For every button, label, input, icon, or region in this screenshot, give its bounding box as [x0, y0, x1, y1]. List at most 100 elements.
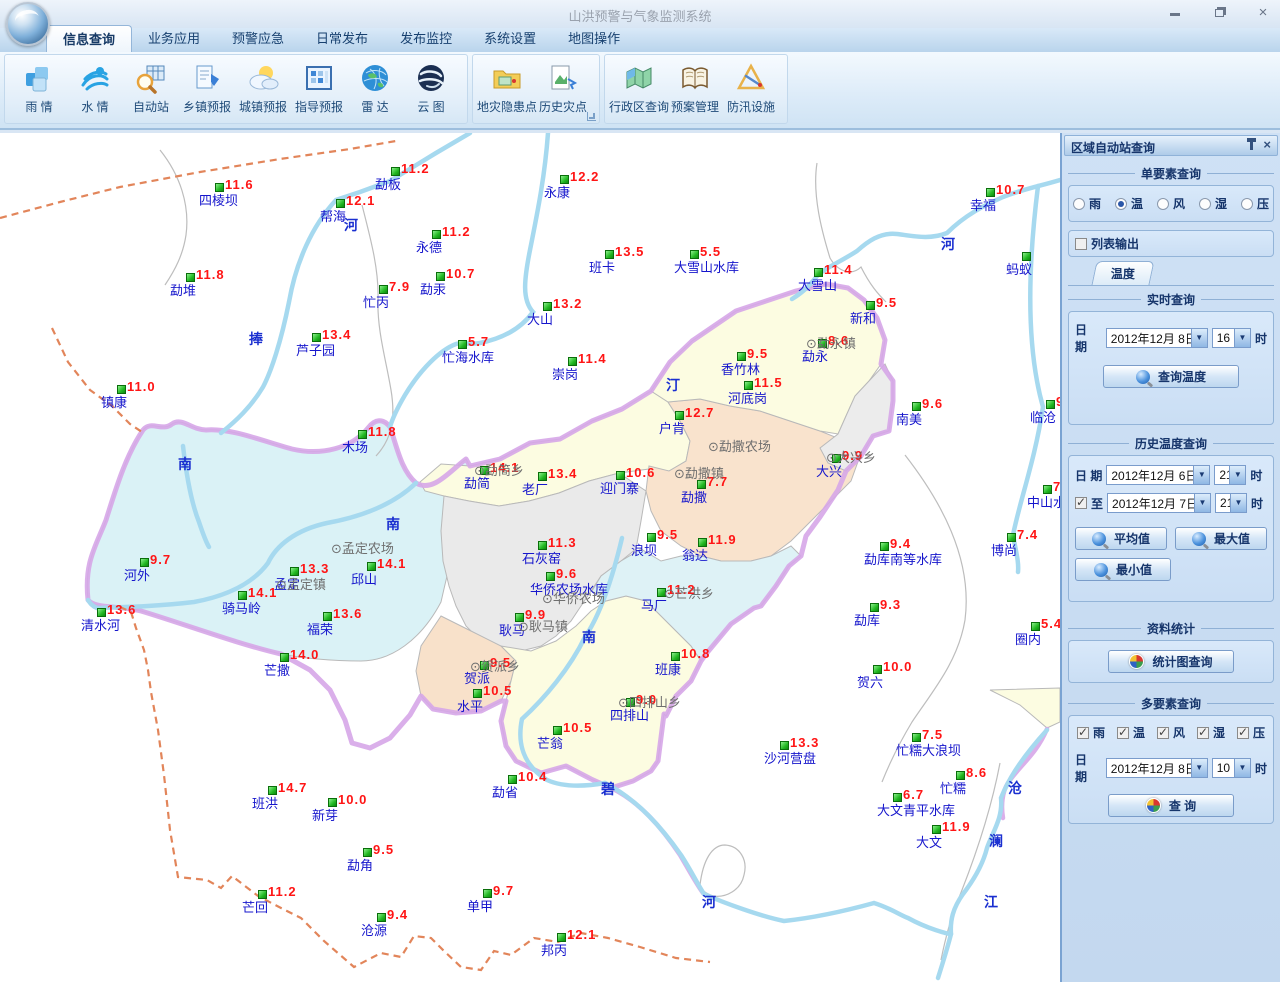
multi-checkbox-风[interactable]: 风 — [1157, 724, 1185, 741]
ribbon-button-label: 预案管理 — [671, 98, 719, 115]
checkbox-icon — [1077, 727, 1089, 739]
tab-预警应急[interactable]: 预警应急 — [216, 25, 300, 52]
station-value: 10.0 — [338, 792, 367, 807]
realtime-date-select[interactable]: 2012年12月 8日▼ — [1106, 328, 1208, 348]
multi-checkbox-压[interactable]: 压 — [1237, 724, 1265, 741]
radio-option-雨[interactable]: 雨 — [1073, 195, 1101, 212]
chart-pie-icon — [1146, 798, 1161, 813]
history-to-checkbox[interactable] — [1075, 497, 1087, 509]
close-button[interactable]: × — [1254, 6, 1272, 21]
minimize-button[interactable] — [1166, 6, 1184, 21]
ribbon-button-水情[interactable]: 水 情 — [67, 57, 123, 115]
ribbon-button-地灾隐患点[interactable]: 地灾隐患点 — [479, 57, 535, 115]
ribbon-button-防汛设施[interactable]: 防汛设施 — [723, 57, 779, 115]
hour-suffix: 时 — [1255, 330, 1267, 347]
chevron-down-icon: ▼ — [1193, 466, 1209, 484]
station-name: 忙糯大浪坝 — [896, 740, 961, 759]
station-name: 大雪山水库 — [674, 257, 739, 276]
tab-业务应用[interactable]: 业务应用 — [132, 25, 216, 52]
town-label-勐撒镇: ⊙勐撒镇 — [674, 463, 724, 482]
rain-icon — [21, 60, 57, 96]
station-name: 南美 — [896, 409, 922, 428]
ribbon-button-预案管理[interactable]: 预案管理 — [667, 57, 723, 115]
multi-checkbox-湿[interactable]: 湿 — [1197, 724, 1225, 741]
pin-icon[interactable] — [1250, 141, 1253, 150]
ribbon-group-3: 行政区查询预案管理防汛设施 — [604, 54, 788, 124]
river-label: 河 — [702, 892, 716, 912]
min-value-button[interactable]: 最小值 — [1075, 558, 1171, 581]
station-name: 沧源 — [361, 920, 387, 939]
ribbon-button-雨情[interactable]: 雨 情 — [11, 57, 67, 115]
station-value: 14.0 — [290, 647, 319, 662]
station-name: 单甲 — [467, 896, 493, 915]
multi-query-button[interactable]: 查 询 — [1108, 794, 1234, 817]
ribbon-button-自动站[interactable]: 自动站 — [123, 57, 179, 115]
realtime-hour-select[interactable]: 16▼ — [1212, 328, 1251, 348]
history-to-date-select[interactable]: 2012年12月 7日▼ — [1107, 493, 1211, 513]
station-name: 新芽 — [312, 805, 338, 824]
panel-title: 区域自动站查询 — [1071, 141, 1155, 155]
town-label-孟定农场: ⊙孟定农场 — [331, 538, 394, 557]
ribbon-button-云图[interactable]: 云 图 — [403, 57, 459, 115]
station-name: 芦子园 — [296, 340, 335, 359]
panel-close-icon[interactable]: × — [1263, 140, 1271, 150]
tab-信息查询[interactable]: 信息查询 — [46, 25, 132, 52]
checkbox-label: 风 — [1173, 724, 1185, 741]
tab-系统设置[interactable]: 系统设置 — [468, 25, 552, 52]
station-value: 10.5 — [563, 720, 592, 735]
tab-地图操作[interactable]: 地图操作 — [552, 25, 636, 52]
checkbox-icon — [1197, 727, 1209, 739]
town-label-勐永镇: ⊙勐永镇 — [806, 333, 856, 352]
town-label-大兴乡: ⊙大兴乡 — [826, 447, 876, 466]
multi-checkbox-温[interactable]: 温 — [1117, 724, 1145, 741]
stats-chart-query-button[interactable]: 统计图查询 — [1108, 650, 1234, 673]
radio-option-压[interactable]: 压 — [1241, 195, 1269, 212]
average-value-button[interactable]: 平均值 — [1075, 527, 1167, 550]
ribbon-button-历史灾点[interactable]: 历史灾点 — [535, 57, 591, 115]
query-temperature-button[interactable]: 查询温度 — [1103, 365, 1239, 388]
ribbon-button-乡镇预报[interactable]: 乡镇预报 — [179, 57, 235, 115]
ribbon-button-指导预报[interactable]: 指导预报 — [291, 57, 347, 115]
list-output-checkbox[interactable] — [1075, 238, 1087, 250]
station-value: 9.5 — [373, 842, 394, 857]
tab-发布监控[interactable]: 发布监控 — [384, 25, 468, 52]
app-logo-orb-icon[interactable] — [6, 2, 50, 46]
history-to-hour-select[interactable]: 21▼ — [1215, 493, 1247, 513]
river-label: 捧 — [249, 329, 263, 349]
ribbon-button-城镇预报[interactable]: 城镇预报 — [235, 57, 291, 115]
ribbon-button-雷达[interactable]: 雷 达 — [347, 57, 403, 115]
station-value: 11.2 — [401, 161, 430, 176]
station-value: 14.7 — [278, 780, 307, 795]
station-name: 班康 — [655, 659, 681, 678]
restore-button[interactable] — [1210, 6, 1228, 21]
station-value: 13.5 — [615, 244, 644, 259]
town-label-贺派乡: ⊙贺派乡 — [470, 656, 520, 675]
tab-日常发布[interactable]: 日常发布 — [300, 25, 384, 52]
town-label-华侨农场: ⊙华侨农场 — [542, 588, 605, 607]
map-canvas[interactable]: 11.6四棱坝11.2勐板12.2永康12.1帮海10.7幸福11.2永德13.… — [0, 133, 1060, 982]
radio-option-湿[interactable]: 湿 — [1199, 195, 1227, 212]
checkbox-icon — [1117, 727, 1129, 739]
station-name: 勐角 — [347, 855, 373, 874]
radio-option-风[interactable]: 风 — [1157, 195, 1185, 212]
station-name: 临沧 — [1030, 407, 1056, 426]
history-from-date-select[interactable]: 2012年12月 6日▼ — [1106, 465, 1210, 485]
station-value: 11.8 — [368, 424, 397, 439]
ribbon-button-行政区查询[interactable]: 行政区查询 — [611, 57, 667, 115]
checkbox-icon — [1157, 727, 1169, 739]
multi-date-select[interactable]: 2012年12月 8日▼ — [1106, 758, 1208, 778]
multi-checkbox-雨[interactable]: 雨 — [1077, 724, 1105, 741]
flood-facility-icon — [733, 60, 769, 96]
radio-option-温[interactable]: 温 — [1115, 195, 1143, 212]
station-name: 四棱坝 — [199, 190, 238, 209]
tab-temperature[interactable]: 温度 — [1091, 261, 1154, 285]
station-name: 崇岗 — [552, 364, 578, 383]
multi-hour-select[interactable]: 10▼ — [1212, 758, 1251, 778]
station-name: 贺六 — [857, 672, 883, 691]
station-value: 14.1 — [377, 556, 406, 571]
dialog-launcher-icon[interactable] — [587, 112, 596, 121]
station-value: 12.7 — [685, 405, 714, 420]
max-value-button[interactable]: 最大值 — [1175, 527, 1267, 550]
history-from-hour-select[interactable]: 21▼ — [1214, 465, 1246, 485]
station-name: 圈内 — [1015, 629, 1041, 648]
